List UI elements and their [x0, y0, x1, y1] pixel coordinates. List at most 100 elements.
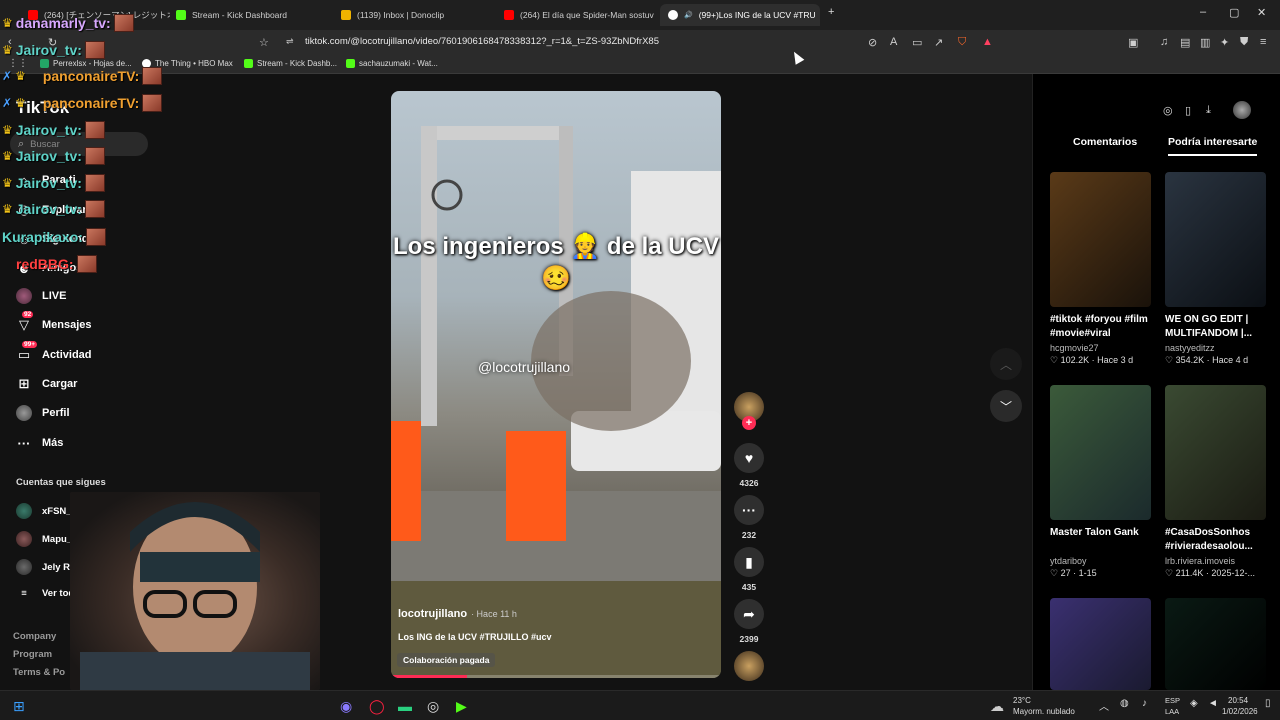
save-button[interactable]: ▮ 435	[733, 547, 765, 592]
music-icon[interactable]: ♫	[1160, 36, 1168, 48]
avatar	[16, 503, 32, 519]
share-button[interactable]: ➦ 2399	[733, 599, 765, 644]
emote-icon	[84, 147, 105, 165]
kick-icon	[176, 10, 186, 20]
bookmark-icon[interactable]: ☆	[259, 36, 269, 49]
minimize-icon[interactable]: –	[1200, 6, 1206, 18]
next-video-button[interactable]: ﹀	[990, 390, 1022, 422]
compass-icon[interactable]: ◎	[1163, 104, 1173, 117]
mic-icon[interactable]: ♪	[1142, 698, 1147, 709]
avatar	[16, 531, 32, 547]
suggested-video-card[interactable]: #tiktok #foryou #film #movie#viral hcgmo…	[1050, 172, 1151, 366]
message-icon: ▽ 92	[19, 311, 34, 332]
avatar	[16, 559, 32, 575]
emote-icon	[84, 121, 105, 139]
live-icon	[16, 288, 32, 304]
discord-icon[interactable]: ◉	[340, 698, 352, 715]
chat-message: ♛ Jairov_tv:	[2, 174, 105, 192]
opera-icon[interactable]: ◯	[369, 698, 385, 715]
nav-profile[interactable]: Perfil	[16, 405, 70, 421]
speaker-icon: 🔊	[684, 12, 693, 19]
bookmark-item[interactable]: sachauzumaki - Wat...	[346, 59, 438, 68]
sidebar-toggle-icon[interactable]: ▣	[1128, 36, 1138, 49]
language-indicator[interactable]: ESP	[1165, 696, 1180, 705]
webcam-frame	[80, 502, 310, 690]
activity-icon: ▭ 99+	[17, 341, 38, 362]
suggested-video-card[interactable]: #CasaDosSonhos #rivieradesaolou... lrb.r…	[1165, 385, 1266, 579]
comment-icon: ···	[734, 495, 764, 525]
video-thumbnail	[1050, 385, 1151, 520]
footer-link[interactable]: Terms & Po	[13, 667, 65, 678]
follow-plus-icon[interactable]: +	[742, 416, 756, 430]
kick-icon[interactable]: ▶	[456, 698, 467, 715]
menu-icon[interactable]: ≡	[1260, 36, 1266, 48]
paid-collab-badge: Colaboración pagada	[397, 653, 496, 667]
crown-icon: ♛	[2, 123, 13, 137]
network-icon[interactable]: ◍	[1120, 698, 1129, 709]
bookmark-item[interactable]: Stream - Kick Dashb...	[244, 59, 337, 68]
maximize-icon[interactable]: ▢	[1229, 6, 1239, 19]
notification-icon[interactable]: ▯	[1265, 698, 1271, 709]
tab-suggestions[interactable]: Podría interesarte	[1168, 136, 1258, 156]
phone-icon[interactable]: ▯	[1185, 104, 1191, 117]
tiktok-icon	[668, 10, 678, 20]
sound-disc[interactable]	[733, 651, 765, 686]
nav-upload[interactable]: ⊞ Cargar	[16, 376, 78, 392]
new-tab-icon[interactable]: +	[828, 6, 834, 18]
chevron-up-icon[interactable]: ︿	[1099, 698, 1109, 713]
nav-messages[interactable]: ▽ 92 Mensajes	[16, 311, 92, 333]
crown-icon: ♛	[2, 202, 13, 216]
music-disc-icon	[734, 651, 764, 681]
footer-link[interactable]: Company	[13, 631, 56, 642]
reader-icon[interactable]: ▤	[1180, 36, 1190, 49]
windows-start-icon[interactable]: ⊞	[13, 698, 25, 715]
suggested-video-card[interactable]	[1165, 598, 1266, 690]
profile-icon	[16, 405, 32, 421]
like-button[interactable]: ♥ 4326	[733, 443, 765, 488]
rewards-icon[interactable]: ▲	[982, 36, 993, 48]
close-window-icon[interactable]: ✕	[1257, 6, 1266, 19]
vpn-icon[interactable]: ⛊	[1240, 36, 1248, 49]
chat-message: Kurapikaxo:	[2, 228, 106, 246]
suggested-video-card[interactable]: WE ON GO EDIT | MULTIFANDOM |... nastyye…	[1165, 172, 1266, 366]
video-author[interactable]: locotrujillano · Hace 11 h	[398, 608, 517, 620]
author-avatar[interactable]: +	[733, 392, 765, 430]
terminal-icon[interactable]: ▬	[398, 698, 412, 714]
browser-tab[interactable]: (264) El día que Spider-Man sostuvo	[496, 4, 654, 26]
address-bar[interactable]: tiktok.com/@locotrujillano/video/7601906…	[305, 36, 659, 47]
comment-button[interactable]: ··· 232	[733, 495, 765, 540]
share-icon[interactable]: ↗	[934, 36, 943, 49]
app-icon[interactable]: ◎	[427, 698, 439, 715]
browser-tab[interactable]: Stream - Kick Dashboard	[168, 4, 328, 26]
wifi-icon[interactable]: ◈	[1190, 698, 1198, 709]
browser-tab-active[interactable]: 🔊(99+)Los ING de la UCV #TRU✕	[660, 4, 820, 26]
mute-icon[interactable]: ⊘	[868, 36, 877, 49]
emote-icon	[142, 67, 163, 85]
clock-time[interactable]: 20:54	[1228, 696, 1248, 705]
site-info-icon[interactable]: ⇌	[286, 36, 294, 47]
suggested-video-card[interactable]	[1050, 598, 1151, 690]
browser-tab[interactable]: (1139) Inbox | Donoclip	[333, 4, 493, 26]
nav-activity[interactable]: ▭ 99+ Actividad	[16, 341, 92, 363]
translate-icon[interactable]: A	[890, 36, 897, 48]
cast-icon[interactable]: ▭	[912, 36, 922, 49]
brave-shield-icon[interactable]: ⛉	[958, 36, 966, 49]
crown-icon: ♛	[15, 96, 26, 110]
video-player[interactable]: Los ingenieros 👷 de la UCV 🥴 @locotrujil…	[391, 91, 721, 678]
nav-live[interactable]: LIVE	[16, 288, 66, 304]
sword-icon: ✗	[2, 96, 13, 110]
nav-more[interactable]: ··· Más	[16, 435, 64, 451]
more-icon: ···	[17, 435, 31, 451]
download-icon[interactable]: ⤓	[1206, 104, 1211, 117]
messages-badge: 92	[22, 311, 34, 318]
suggested-video-card[interactable]: Master Talon Gank ytdariboy ♡ 27 · 1-15	[1050, 385, 1151, 579]
user-avatar[interactable]	[1233, 101, 1251, 119]
video-progress-bar[interactable]	[391, 675, 721, 678]
wallet-icon[interactable]: ▥	[1200, 36, 1210, 49]
previous-video-button[interactable]: ︿	[990, 348, 1022, 380]
tab-comments[interactable]: Comentarios	[1073, 136, 1137, 148]
volume-icon[interactable]: ◄	[1208, 698, 1218, 709]
ai-icon[interactable]: ✦	[1220, 36, 1229, 49]
upload-icon: ⊞	[18, 376, 30, 391]
footer-link[interactable]: Program	[13, 649, 52, 660]
